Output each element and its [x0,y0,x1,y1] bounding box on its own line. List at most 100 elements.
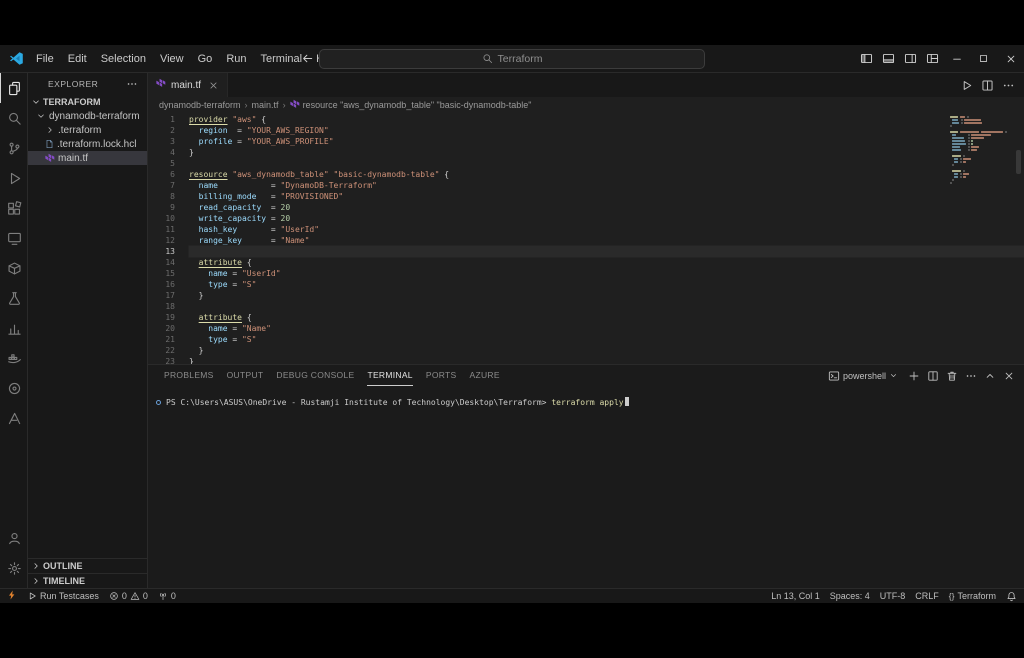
panel-tab-debug-console[interactable]: DEBUG CONSOLE [276,365,354,386]
run-button[interactable] [960,79,973,92]
minimize-button[interactable] [943,45,970,72]
panel-tab-ports[interactable]: PORTS [426,365,457,386]
code-line-3[interactable]: profile = "YOUR_AWS_PROFILE" [189,136,1024,147]
close-tab-icon[interactable] [208,80,219,91]
activity-docker[interactable] [0,343,27,373]
tree-item-dynamodb-terraform[interactable]: dynamodb-terraform [28,109,147,123]
split-terminal-icon[interactable] [927,370,939,382]
activity-remote-explorer[interactable] [0,223,27,253]
menu-run[interactable]: Run [219,53,253,65]
explorer-more-icon[interactable] [126,78,138,90]
code-line-18[interactable] [189,301,1024,312]
status-indentation[interactable]: Spaces: 4 [830,591,870,601]
terminal-prompt: PS C:\Users\ASUS\OneDrive - Rustamji Ins… [166,398,547,407]
split-editor-icon[interactable] [981,79,994,92]
toggle-sidebar-icon[interactable] [860,52,873,65]
activity-testing[interactable] [0,283,27,313]
breadcrumb-item[interactable]: main.tf [252,100,279,110]
code-line-1[interactable]: provider "aws" { [189,114,1024,125]
menu-edit[interactable]: Edit [61,53,94,65]
status-cursor-position[interactable]: Ln 13, Col 1 [771,591,820,601]
activity-circle-extension[interactable] [0,373,27,403]
minimap-line [950,146,1008,148]
status-language[interactable]: {}Terraform [949,591,996,601]
tree-item-.terraform.lock.hcl[interactable]: .terraform.lock.hcl [28,137,147,151]
panel-tab-azure[interactable]: AZURE [469,365,499,386]
terminal-body[interactable]: PS C:\Users\ASUS\OneDrive - Rustamji Ins… [148,386,1024,588]
command-center-label: Terraform [498,53,543,65]
code-line-20[interactable]: name = "Name" [189,323,1024,334]
breadcrumb-item[interactable]: dynamodb-terraform [159,100,241,110]
status-notifications[interactable] [1006,591,1017,602]
status-problems[interactable]: 00 [109,591,148,601]
activity-source-control[interactable] [0,133,27,163]
code-line-14[interactable]: attribute { [189,257,1024,268]
maximize-panel-icon[interactable] [984,370,996,382]
code-line-17[interactable]: } [189,290,1024,301]
timeline-section[interactable]: TIMELINE [28,573,147,588]
toggle-panel-icon[interactable] [882,52,895,65]
code-line-12[interactable]: range_key = "Name" [189,235,1024,246]
close-button[interactable] [997,45,1024,72]
code-line-6[interactable]: resource "aws_dynamodb_table" "basic-dyn… [189,169,1024,180]
code-line-19[interactable]: attribute { [189,312,1024,323]
editor-more-icon[interactable] [1002,79,1015,92]
new-terminal-icon[interactable] [908,370,920,382]
code-line-9[interactable]: read_capacity = 20 [189,202,1024,213]
menu-view[interactable]: View [153,53,191,65]
code-line-11[interactable]: hash_key = "UserId" [189,224,1024,235]
code-line-4[interactable]: } [189,147,1024,158]
close-panel-icon[interactable] [1003,370,1015,382]
code-line-22[interactable]: } [189,345,1024,356]
shell-selector[interactable]: powershell [828,370,898,382]
menu-go[interactable]: Go [191,53,220,65]
activity-account[interactable] [0,523,27,553]
panel-tab-terminal[interactable]: TERMINAL [367,365,412,386]
back-button[interactable] [301,52,314,65]
code-editor[interactable]: 1234567891011121314151617181920212223 pr… [148,112,1024,364]
status-run-testcases[interactable]: Run Testcases [27,591,99,601]
status-eol[interactable]: CRLF [915,591,939,601]
activity-dev-containers[interactable] [0,253,27,283]
tree-item-main.tf[interactable]: main.tf [28,151,147,165]
activity-settings[interactable] [0,553,27,583]
activity-bar-chart[interactable] [0,313,27,343]
code-line-13[interactable] [189,246,1024,257]
activity-extensions[interactable] [0,193,27,223]
menu-selection[interactable]: Selection [94,53,153,65]
code-line-21[interactable]: type = "S" [189,334,1024,345]
ports-count: 0 [171,591,176,601]
status-flash[interactable] [7,589,17,603]
status-ports[interactable]: 0 [158,591,176,601]
panel-tab-problems[interactable]: PROBLEMS [164,365,214,386]
activity-explorer[interactable] [0,73,27,103]
code-line-5[interactable] [189,158,1024,169]
toggle-secondary-sidebar-icon[interactable] [904,52,917,65]
workspace-section[interactable]: TERRAFORM [28,94,147,109]
code-line-23[interactable]: } [189,356,1024,364]
tree-item-.terraform[interactable]: .terraform [28,123,147,137]
command-decoration-icon[interactable] [156,400,161,405]
activity-azure[interactable] [0,403,27,433]
activity-run-and-debug[interactable] [0,163,27,193]
status-encoding[interactable]: UTF-8 [880,591,906,601]
code-line-10[interactable]: write_capacity = 20 [189,213,1024,224]
scrollbar-thumb[interactable] [1016,150,1021,174]
kill-terminal-icon[interactable] [946,370,958,382]
customize-layout-icon[interactable] [926,52,939,65]
maximize-button[interactable] [970,45,997,72]
tab-main-tf[interactable]: main.tf [148,73,228,97]
panel-tab-output[interactable]: OUTPUT [227,365,264,386]
code-line-15[interactable]: name = "UserId" [189,268,1024,279]
breadcrumb-item[interactable]: resource "aws_dynamodb_table" "basic-dyn… [290,99,532,110]
terminal-more-icon[interactable] [965,370,977,382]
outline-section[interactable]: OUTLINE [28,558,147,573]
code-line-2[interactable]: region = "YOUR_AWS_REGION" [189,125,1024,136]
minimap[interactable] [950,116,1008,185]
code-line-16[interactable]: type = "S" [189,279,1024,290]
activity-search[interactable] [0,103,27,133]
menu-file[interactable]: File [29,53,61,65]
code-line-8[interactable]: billing_mode = "PROVISIONED" [189,191,1024,202]
command-center[interactable]: Terraform [319,49,705,69]
code-line-7[interactable]: name = "DynamoDB-Terraform" [189,180,1024,191]
